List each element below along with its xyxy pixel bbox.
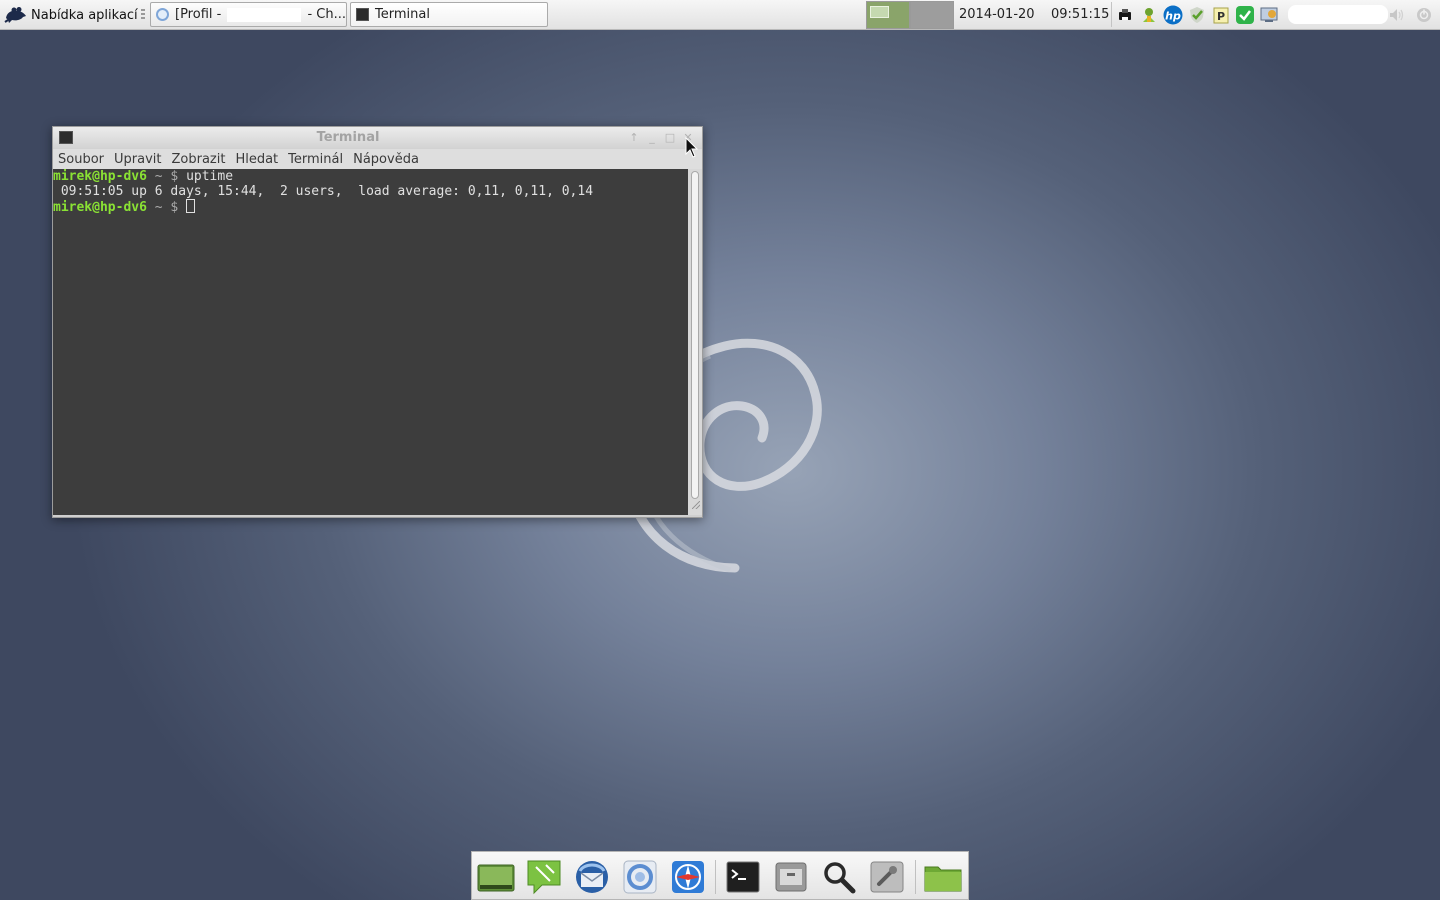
workspace-window-thumb: [870, 6, 889, 18]
network-icon[interactable]: [1259, 5, 1279, 25]
menu-upravit[interactable]: Upravit: [109, 152, 166, 167]
svg-text:P: P: [1217, 10, 1225, 23]
desktop-icon[interactable]: [476, 858, 516, 896]
workspace-2[interactable]: [910, 1, 954, 29]
redacted-text: [227, 7, 302, 22]
chromium-icon[interactable]: [620, 858, 660, 896]
compass-icon[interactable]: [668, 858, 708, 896]
menu-bar: Soubor Upravit Zobrazit Hledat Terminál …: [53, 149, 702, 169]
terminal-line: 09:51:05 up 6 days, 15:44, 2 users, load…: [53, 184, 594, 199]
menu-terminal[interactable]: Terminál: [283, 152, 348, 167]
prompt-path: ~ $: [146, 200, 187, 215]
minimize-icon[interactable]: _: [645, 131, 659, 145]
panel-date[interactable]: 2014-01-20: [959, 7, 1035, 22]
workspace-1[interactable]: [866, 1, 910, 29]
menu-napoveda[interactable]: Nápověda: [348, 152, 424, 167]
hp-icon[interactable]: hp: [1163, 5, 1183, 25]
taskbar-item-label-end: - Ch...: [307, 7, 346, 22]
taskbar-item-label: Terminal: [375, 7, 430, 22]
pin-icon[interactable]: ↑: [627, 131, 641, 145]
maximize-icon[interactable]: □: [663, 131, 677, 145]
text-cursor: [186, 199, 196, 213]
mouse-pointer-icon: [685, 137, 699, 158]
terminal-line: mirek@hp-dv6 ~ $: [53, 199, 688, 215]
printer-icon[interactable]: [1115, 5, 1135, 25]
p-clipboard-icon[interactable]: P: [1211, 5, 1231, 25]
terminal-output[interactable]: mirek@hp-dv6 ~ $ uptime 09:51:05 up 6 da…: [53, 169, 688, 515]
window-bottom-border: [53, 515, 702, 517]
volume-icon[interactable]: [1388, 7, 1406, 23]
shield-check-icon[interactable]: [1187, 5, 1207, 25]
green-check-icon[interactable]: [1235, 5, 1255, 25]
terminal-scrollbar[interactable]: [688, 169, 702, 515]
scrollbar-thumb[interactable]: [691, 171, 699, 499]
terminal-line: mirek@hp-dv6 ~ $ uptime: [53, 169, 688, 184]
thunderbird-icon[interactable]: [572, 858, 612, 896]
resize-grip-icon[interactable]: [692, 501, 700, 509]
svg-text:hp: hp: [1165, 9, 1181, 22]
updates-icon[interactable]: [1139, 5, 1159, 25]
terminal-icon[interactable]: [723, 858, 763, 896]
xfce-mouse-icon: [4, 7, 26, 23]
prompt-user: mirek@hp-dv6: [53, 200, 147, 215]
menu-soubor[interactable]: Soubor: [53, 152, 109, 167]
menu-hledat[interactable]: Hledat: [230, 152, 283, 167]
menu-zobrazit[interactable]: Zobrazit: [166, 152, 230, 167]
panel-separator: [141, 9, 145, 21]
bottom-dock: [471, 851, 969, 900]
top-panel: Nabídka aplikací [Profil - - Ch... Termi…: [0, 0, 1440, 30]
prompt-user: mirek@hp-dv6: [53, 169, 147, 184]
taskbar-item-terminal[interactable]: Terminal: [350, 2, 548, 27]
chromium-icon: [156, 8, 169, 21]
app-menu-label: Nabídka aplikací: [31, 7, 138, 23]
redacted-area: [1288, 5, 1388, 24]
archive-icon[interactable]: [771, 858, 811, 896]
taskbar-item-browser[interactable]: [Profil - - Ch...: [150, 2, 347, 27]
terminal-window: Terminal ↑ _ □ ✕ Soubor Upravit Zobrazit…: [52, 126, 703, 518]
notes-icon[interactable]: [524, 858, 564, 896]
folder-icon[interactable]: [923, 858, 963, 896]
window-titlebar[interactable]: Terminal ↑ _ □ ✕: [53, 127, 702, 149]
terminal-icon: [356, 8, 369, 21]
shutdown-icon[interactable]: [1416, 7, 1432, 23]
system-tray: hp P: [1111, 2, 1279, 27]
dock-separator: [915, 860, 916, 894]
app-menu-button[interactable]: Nabídka aplikací: [4, 4, 138, 26]
panel-clock[interactable]: 09:51:15: [1051, 7, 1109, 22]
search-icon[interactable]: [819, 858, 859, 896]
prompt-path: ~ $: [146, 169, 187, 184]
workspace-switcher: [866, 1, 954, 29]
settings-icon[interactable]: [867, 858, 907, 896]
taskbar-item-label-start: [Profil -: [175, 7, 222, 22]
window-title: Terminal: [316, 130, 380, 145]
dock-separator: [715, 860, 716, 894]
command-text: uptime: [186, 169, 234, 184]
